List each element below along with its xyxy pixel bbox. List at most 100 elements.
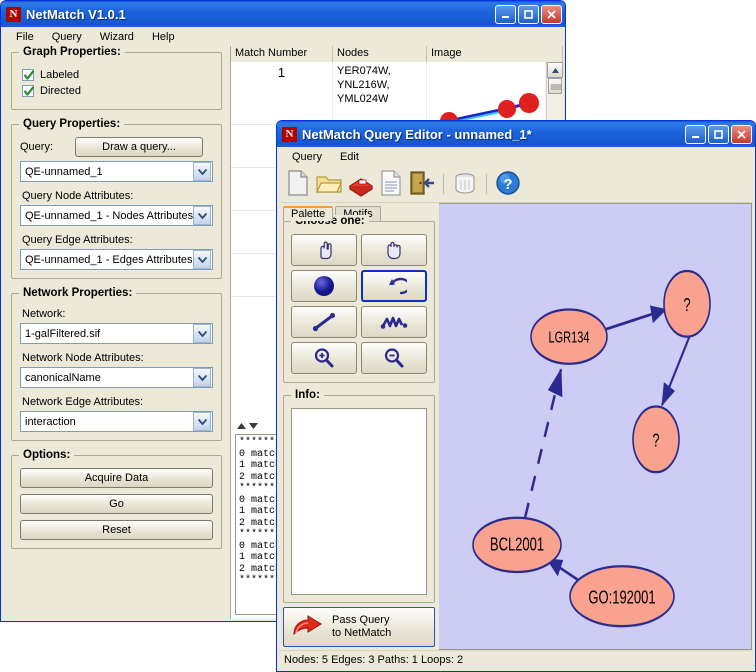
chevron-down-icon[interactable] bbox=[193, 368, 211, 387]
help-icon[interactable]: ? bbox=[495, 170, 521, 199]
chevron-down-icon[interactable] bbox=[193, 250, 211, 269]
edge-q1-q2 bbox=[662, 335, 690, 405]
open-folder-icon[interactable] bbox=[315, 169, 343, 200]
reset-button[interactable]: Reset bbox=[20, 520, 213, 540]
menu-item-file[interactable]: File bbox=[7, 29, 43, 45]
directed-checkbox-icon[interactable] bbox=[22, 85, 34, 97]
labeled-checkbox-icon[interactable] bbox=[22, 69, 34, 81]
cell-nodes: YER074W, YNL216W, YML024W bbox=[333, 62, 427, 124]
node-label-q1: ? bbox=[683, 296, 690, 316]
palette-grid bbox=[291, 234, 427, 374]
menu-item-edit[interactable]: Edit bbox=[331, 149, 368, 165]
graph-canvas[interactable]: LGR134 ? ? BCL2001 bbox=[439, 203, 752, 650]
checkbox-directed[interactable]: Directed bbox=[22, 85, 213, 97]
query-editor-toolbar: ? bbox=[279, 166, 753, 203]
zoom-in-icon[interactable] bbox=[291, 342, 357, 374]
main-window-buttons bbox=[495, 5, 562, 24]
network-select-value: 1-galFiltered.sif bbox=[21, 328, 193, 340]
chevron-down-icon[interactable] bbox=[193, 412, 211, 431]
close-button[interactable] bbox=[541, 5, 562, 24]
query-label: Query: bbox=[20, 141, 53, 153]
scrollbar-thumb[interactable] bbox=[548, 78, 562, 94]
network-node-attr-value: canonicalName bbox=[21, 372, 193, 384]
splitter-up-icon[interactable] bbox=[237, 423, 246, 429]
node-label-q2: ? bbox=[652, 431, 659, 451]
query-edge-attr-label: Query Edge Attributes: bbox=[22, 234, 213, 246]
zoom-out-icon[interactable] bbox=[361, 342, 427, 374]
menu-item-wizard[interactable]: Wizard bbox=[91, 29, 143, 45]
maximize-button[interactable] bbox=[518, 5, 539, 24]
network-label: Network: bbox=[22, 308, 213, 320]
chevron-down-icon[interactable] bbox=[193, 324, 211, 343]
pointer-hand-icon[interactable] bbox=[291, 234, 357, 266]
query-select[interactable]: QE-unnamed_1 bbox=[20, 161, 213, 182]
network-node-attr-label: Network Node Attributes: bbox=[22, 352, 213, 364]
query-edge-attr-select[interactable]: QE-unnamed_1 - Edges Attributes bbox=[20, 249, 213, 270]
network-node-attr-select[interactable]: canonicalName bbox=[20, 367, 213, 388]
network-edge-attr-select[interactable]: interaction bbox=[20, 411, 213, 432]
query-editor-title-bar[interactable]: N NetMatch Query Editor - unnamed_1* bbox=[277, 121, 755, 147]
graph-node-bcl2001: BCL2001 bbox=[473, 518, 561, 572]
edge-lgr134-q1 bbox=[605, 310, 666, 330]
save-book-icon[interactable] bbox=[347, 169, 375, 200]
add-path-icon[interactable] bbox=[361, 306, 427, 338]
minimize-button[interactable] bbox=[685, 125, 706, 144]
results-table-header: Match Number Nodes Image bbox=[231, 46, 563, 63]
chevron-down-icon[interactable] bbox=[193, 206, 211, 225]
app-logo-icon: N bbox=[282, 127, 297, 142]
query-node-attr-label: Query Node Attributes: bbox=[22, 190, 213, 202]
maximize-button[interactable] bbox=[708, 125, 729, 144]
query-node-attr-value: QE-unnamed_1 - Nodes Attributes bbox=[21, 210, 193, 222]
graph-properties-group: Graph Properties: Labeled Directed bbox=[11, 52, 222, 110]
exit-door-icon[interactable] bbox=[407, 169, 435, 200]
app-logo-icon: N bbox=[6, 7, 21, 22]
query-properties-group: Query Properties: Query: Draw a query...… bbox=[11, 124, 222, 279]
add-node-icon[interactable] bbox=[291, 270, 357, 302]
pass-query-label: Pass Query to NetMatch bbox=[332, 614, 391, 640]
network-select[interactable]: 1-galFiltered.sif bbox=[20, 323, 213, 344]
info-group: Info: bbox=[283, 395, 435, 603]
trash-icon[interactable] bbox=[452, 169, 478, 200]
main-title-bar[interactable]: N NetMatch V1.0.1 bbox=[1, 1, 565, 27]
query-edge-attr-value: QE-unnamed_1 - Edges Attributes bbox=[21, 254, 193, 266]
status-text: Nodes: 5 Edges: 3 Paths: 1 Loops: 2 bbox=[284, 654, 463, 666]
menu-item-query[interactable]: Query bbox=[43, 29, 91, 45]
graph-node-go192001: GO:192001 bbox=[570, 566, 674, 626]
scroll-up-button[interactable] bbox=[547, 62, 563, 78]
add-loop-icon[interactable] bbox=[361, 270, 427, 302]
pass-query-button[interactable]: Pass Query to NetMatch bbox=[283, 607, 435, 647]
page-icon[interactable] bbox=[379, 169, 403, 200]
toolbar-separator bbox=[443, 174, 444, 194]
new-document-icon[interactable] bbox=[285, 169, 311, 200]
query-editor-window-buttons bbox=[685, 125, 752, 144]
choose-one-group: Choose one: bbox=[283, 221, 435, 383]
table-row[interactable]: 1 YER074W, YNL216W, YML024W bbox=[231, 62, 546, 125]
column-header-nodes[interactable]: Nodes bbox=[333, 46, 427, 62]
info-textarea[interactable] bbox=[291, 408, 427, 595]
query-properties-title: Query Properties: bbox=[19, 118, 124, 130]
draw-query-button[interactable]: Draw a query... bbox=[75, 137, 203, 157]
grab-hand-icon[interactable] bbox=[361, 234, 427, 266]
edge-bcl-lgr134-path bbox=[525, 369, 561, 517]
add-edge-icon[interactable] bbox=[291, 306, 357, 338]
close-button[interactable] bbox=[731, 125, 752, 144]
chevron-down-icon[interactable] bbox=[193, 162, 211, 181]
column-header-image[interactable]: Image bbox=[427, 46, 563, 62]
network-properties-title: Network Properties: bbox=[19, 287, 136, 299]
column-header-match-number[interactable]: Match Number bbox=[231, 46, 333, 62]
acquire-data-button[interactable]: Acquire Data bbox=[20, 468, 213, 488]
directed-checkbox-label: Directed bbox=[40, 85, 81, 97]
svg-text:?: ? bbox=[503, 176, 512, 193]
splitter-down-icon[interactable] bbox=[249, 423, 258, 429]
menu-item-query[interactable]: Query bbox=[283, 149, 331, 165]
query-editor-status-bar: Nodes: 5 Edges: 3 Paths: 1 Loops: 2 bbox=[279, 650, 753, 669]
red-arrow-icon bbox=[292, 614, 326, 640]
minimize-button[interactable] bbox=[495, 5, 516, 24]
checkbox-labeled[interactable]: Labeled bbox=[22, 69, 213, 81]
go-button[interactable]: Go bbox=[20, 494, 213, 514]
menu-item-help[interactable]: Help bbox=[143, 29, 184, 45]
node-label-go192001: GO:192001 bbox=[588, 588, 655, 608]
toolbar-separator bbox=[486, 174, 487, 194]
query-node-attr-select[interactable]: QE-unnamed_1 - Nodes Attributes bbox=[20, 205, 213, 226]
tab-palette[interactable]: Palette bbox=[283, 206, 333, 221]
